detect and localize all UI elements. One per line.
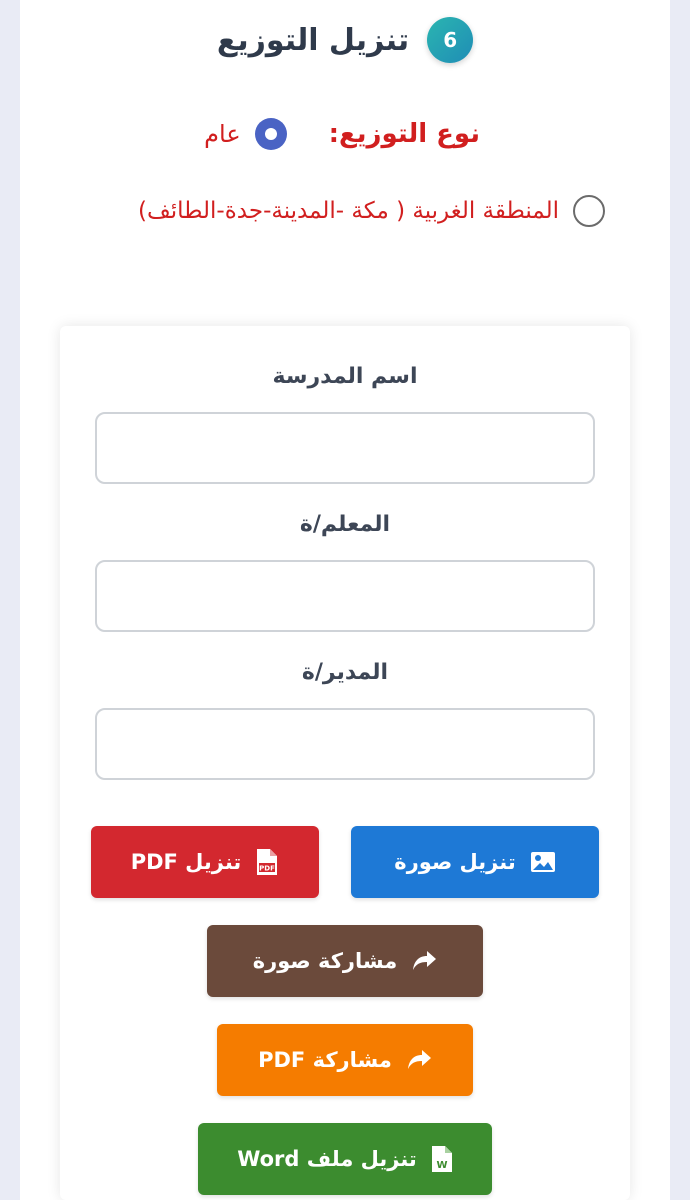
school-name-input[interactable] <box>95 412 595 484</box>
download-word-button[interactable]: W تنزيل ملف Word <box>198 1123 492 1195</box>
word-file-icon: W <box>431 1145 453 1173</box>
image-icon <box>530 851 556 873</box>
radio-general[interactable] <box>254 118 287 150</box>
distribution-type-label: نوع التوزيع: <box>328 119 480 149</box>
download-image-label: تنزيل صورة <box>394 850 516 874</box>
section-header: 6 تنزيل التوزيع <box>20 14 670 66</box>
step-badge: 6 <box>427 17 474 63</box>
section-title: تنزيل التوزيع <box>216 22 410 58</box>
distribution-type-row: نوع التوزيع: عام <box>204 118 480 150</box>
share-arrow-icon <box>406 1049 432 1071</box>
option-general-label: عام <box>204 120 241 148</box>
download-pdf-button[interactable]: PDF تنزيل PDF <box>91 826 319 898</box>
share-arrow-icon <box>411 950 437 972</box>
share-image-label: مشاركة صورة <box>252 949 398 973</box>
school-name-label: اسم المدرسة <box>272 364 418 389</box>
share-pdf-button[interactable]: مشاركة PDF <box>217 1024 473 1096</box>
page: 6 تنزيل التوزيع نوع التوزيع: عام المنطقة… <box>20 0 670 1200</box>
principal-label: المدير/ة <box>301 660 389 685</box>
form-card: اسم المدرسة المعلم/ة المدير/ة تنزيل صورة <box>60 326 630 1200</box>
radio-western-region[interactable] <box>573 195 605 227</box>
teacher-input[interactable] <box>95 560 595 632</box>
svg-text:PDF: PDF <box>259 865 275 873</box>
option-general[interactable]: عام <box>204 118 287 150</box>
svg-text:W: W <box>436 1160 447 1171</box>
download-image-button[interactable]: تنزيل صورة <box>351 826 599 898</box>
pdf-file-icon: PDF <box>255 848 279 876</box>
share-image-button[interactable]: مشاركة صورة <box>207 925 483 997</box>
principal-input[interactable] <box>95 708 595 780</box>
option-western-region-label: المنطقة الغربية ( مكة -المدينة-جدة-الطائ… <box>137 198 559 224</box>
teacher-label: المعلم/ة <box>299 512 391 537</box>
option-western-region[interactable]: المنطقة الغربية ( مكة -المدينة-جدة-الطائ… <box>135 190 605 232</box>
share-pdf-label: مشاركة PDF <box>258 1048 392 1072</box>
download-word-label: تنزيل ملف Word <box>237 1147 417 1171</box>
download-pdf-label: تنزيل PDF <box>130 850 242 874</box>
